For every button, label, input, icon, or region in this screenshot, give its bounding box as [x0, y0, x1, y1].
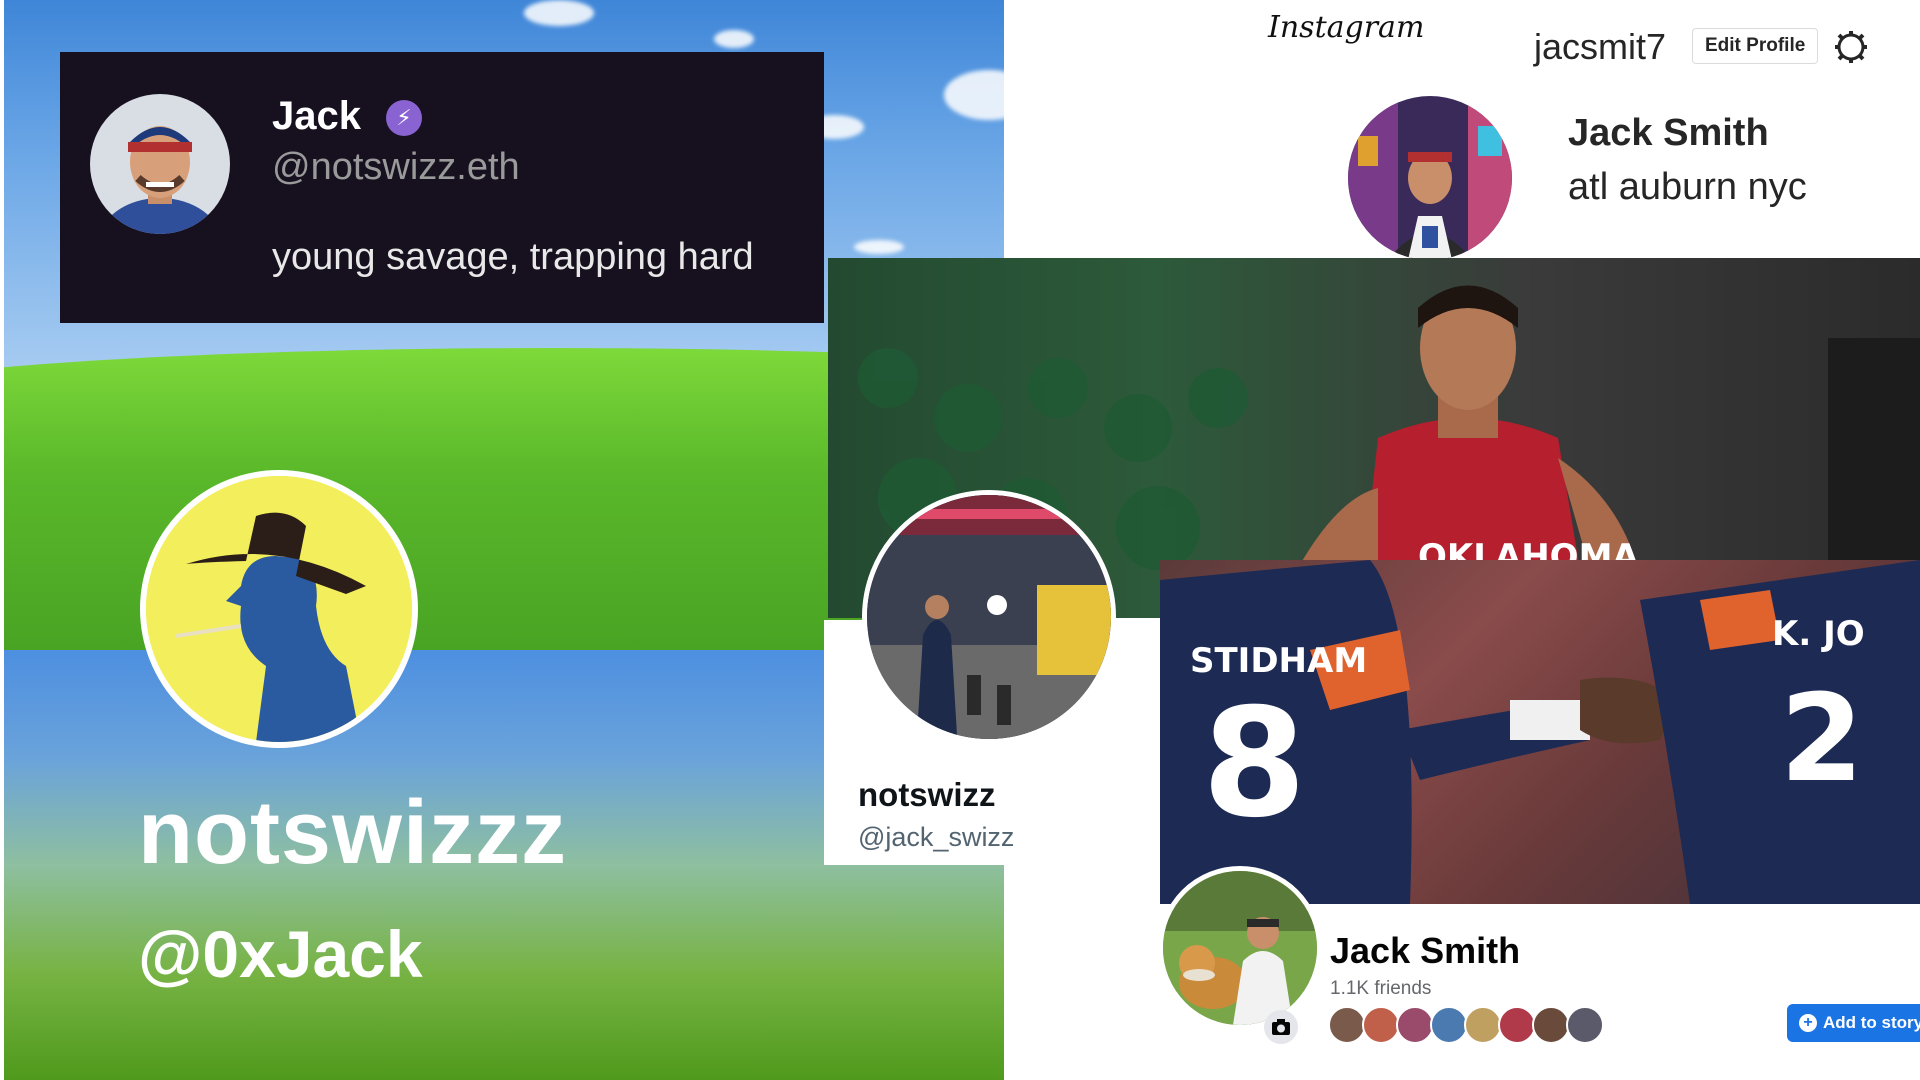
facebook-cover-photo: STIDHAM 8 K. JO 2	[1160, 560, 1920, 904]
lens-handle: @0xJack	[138, 917, 423, 991]
instagram-avatar[interactable]	[1348, 96, 1512, 260]
friend-avatar[interactable]	[1396, 1006, 1434, 1044]
gear-icon[interactable]	[1834, 30, 1868, 64]
friend-avatar[interactable]	[1464, 1006, 1502, 1044]
add-to-story-button[interactable]: + Add to story	[1787, 1004, 1920, 1042]
facebook-friend-count[interactable]: 1.1K friends	[1330, 978, 1431, 1000]
friend-avatar[interactable]	[1498, 1006, 1536, 1044]
farcaster-profile-card[interactable]: Jack ⚡ @notswizz.eth young savage, trapp…	[60, 52, 824, 323]
edit-profile-button[interactable]: Edit Profile	[1692, 28, 1819, 64]
lens-avatar[interactable]	[140, 470, 418, 748]
lightning-bolt-icon: ⚡	[386, 100, 422, 136]
instagram-bio: atl auburn nyc	[1568, 166, 1807, 208]
football-right-number: 2	[1780, 670, 1864, 809]
plus-icon: +	[1799, 1014, 1817, 1032]
facebook-display-name: Jack Smith	[1330, 930, 1521, 971]
football-left-name: STIDHAM	[1190, 641, 1367, 681]
twitter-handle: @jack_swizz	[858, 822, 1015, 852]
friend-avatar[interactable]	[1328, 1006, 1366, 1044]
twitter-display-name: notswizz	[858, 776, 996, 813]
friend-avatar[interactable]	[1566, 1006, 1604, 1044]
add-to-story-label: Add to story	[1823, 1013, 1920, 1032]
friend-avatar[interactable]	[1430, 1006, 1468, 1044]
camera-icon[interactable]	[1264, 1010, 1298, 1044]
instagram-username: jacsmit7	[1534, 26, 1667, 67]
farcaster-bio: young savage, trapping hard	[272, 236, 754, 278]
twitter-avatar[interactable]	[862, 490, 1116, 744]
friend-avatar-row[interactable]	[1328, 1006, 1604, 1044]
friend-avatar[interactable]	[1362, 1006, 1400, 1044]
lens-display-name: notswizzz	[138, 783, 567, 883]
instagram-full-name: Jack Smith	[1568, 112, 1769, 154]
farcaster-display-name: Jack	[272, 94, 361, 138]
instagram-profile-panel: Instagram jacsmit7 Edit Profile Jack Smi…	[1252, 0, 1920, 260]
facebook-avatar[interactable]	[1158, 866, 1322, 1030]
farcaster-avatar[interactable]	[90, 94, 230, 234]
instagram-logo[interactable]: Instagram	[1268, 10, 1424, 45]
friend-avatar[interactable]	[1532, 1006, 1570, 1044]
farcaster-handle: @notswizz.eth	[272, 146, 520, 188]
football-left-number: 8	[1202, 677, 1306, 851]
football-right-name: K. JO	[1772, 614, 1865, 654]
